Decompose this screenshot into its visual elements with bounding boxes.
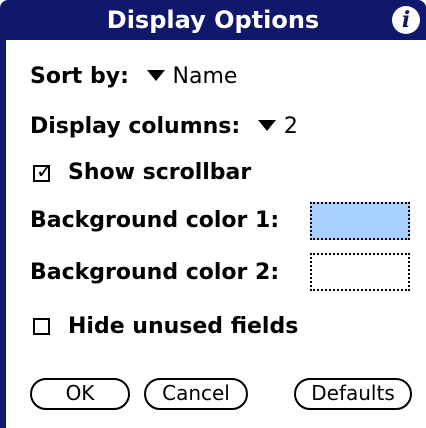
columns-popup-trigger[interactable]: 2 <box>257 114 298 139</box>
bg1-color-swatch[interactable] <box>310 202 410 240</box>
title-bar: Display Options i <box>0 0 426 40</box>
sort-row: Sort by: Name <box>30 62 237 92</box>
hide-unused-label[interactable]: Hide unused fields <box>68 312 298 342</box>
info-icon[interactable]: i <box>392 6 420 34</box>
bg1-label: Background color 1: <box>30 208 280 233</box>
defaults-button[interactable]: Defaults <box>294 378 412 410</box>
sort-label: Sort by: <box>30 64 129 89</box>
bg2-color-swatch[interactable] <box>310 253 410 291</box>
sort-value: Name <box>172 64 238 89</box>
dialog-title: Display Options <box>106 6 320 34</box>
display-options-dialog: Display Options i Sort by: Name Display … <box>0 0 426 428</box>
checkmark-icon: ✓ <box>36 159 53 183</box>
hide-unused-checkbox[interactable] <box>33 318 50 335</box>
ok-button[interactable]: OK <box>30 378 130 410</box>
columns-value: 2 <box>283 114 298 139</box>
sort-popup-trigger[interactable]: Name <box>146 64 238 89</box>
dialog-left-border <box>0 10 6 428</box>
columns-row: Display columns: 2 <box>30 112 298 142</box>
triangle-down-icon <box>257 119 276 131</box>
columns-label: Display columns: <box>30 114 241 139</box>
bg2-label: Background color 2: <box>30 260 280 285</box>
show-scrollbar-label[interactable]: Show scrollbar <box>68 158 251 188</box>
show-scrollbar-checkbox[interactable]: ✓ <box>33 159 53 183</box>
triangle-down-icon <box>146 69 165 81</box>
cancel-button[interactable]: Cancel <box>144 378 248 410</box>
